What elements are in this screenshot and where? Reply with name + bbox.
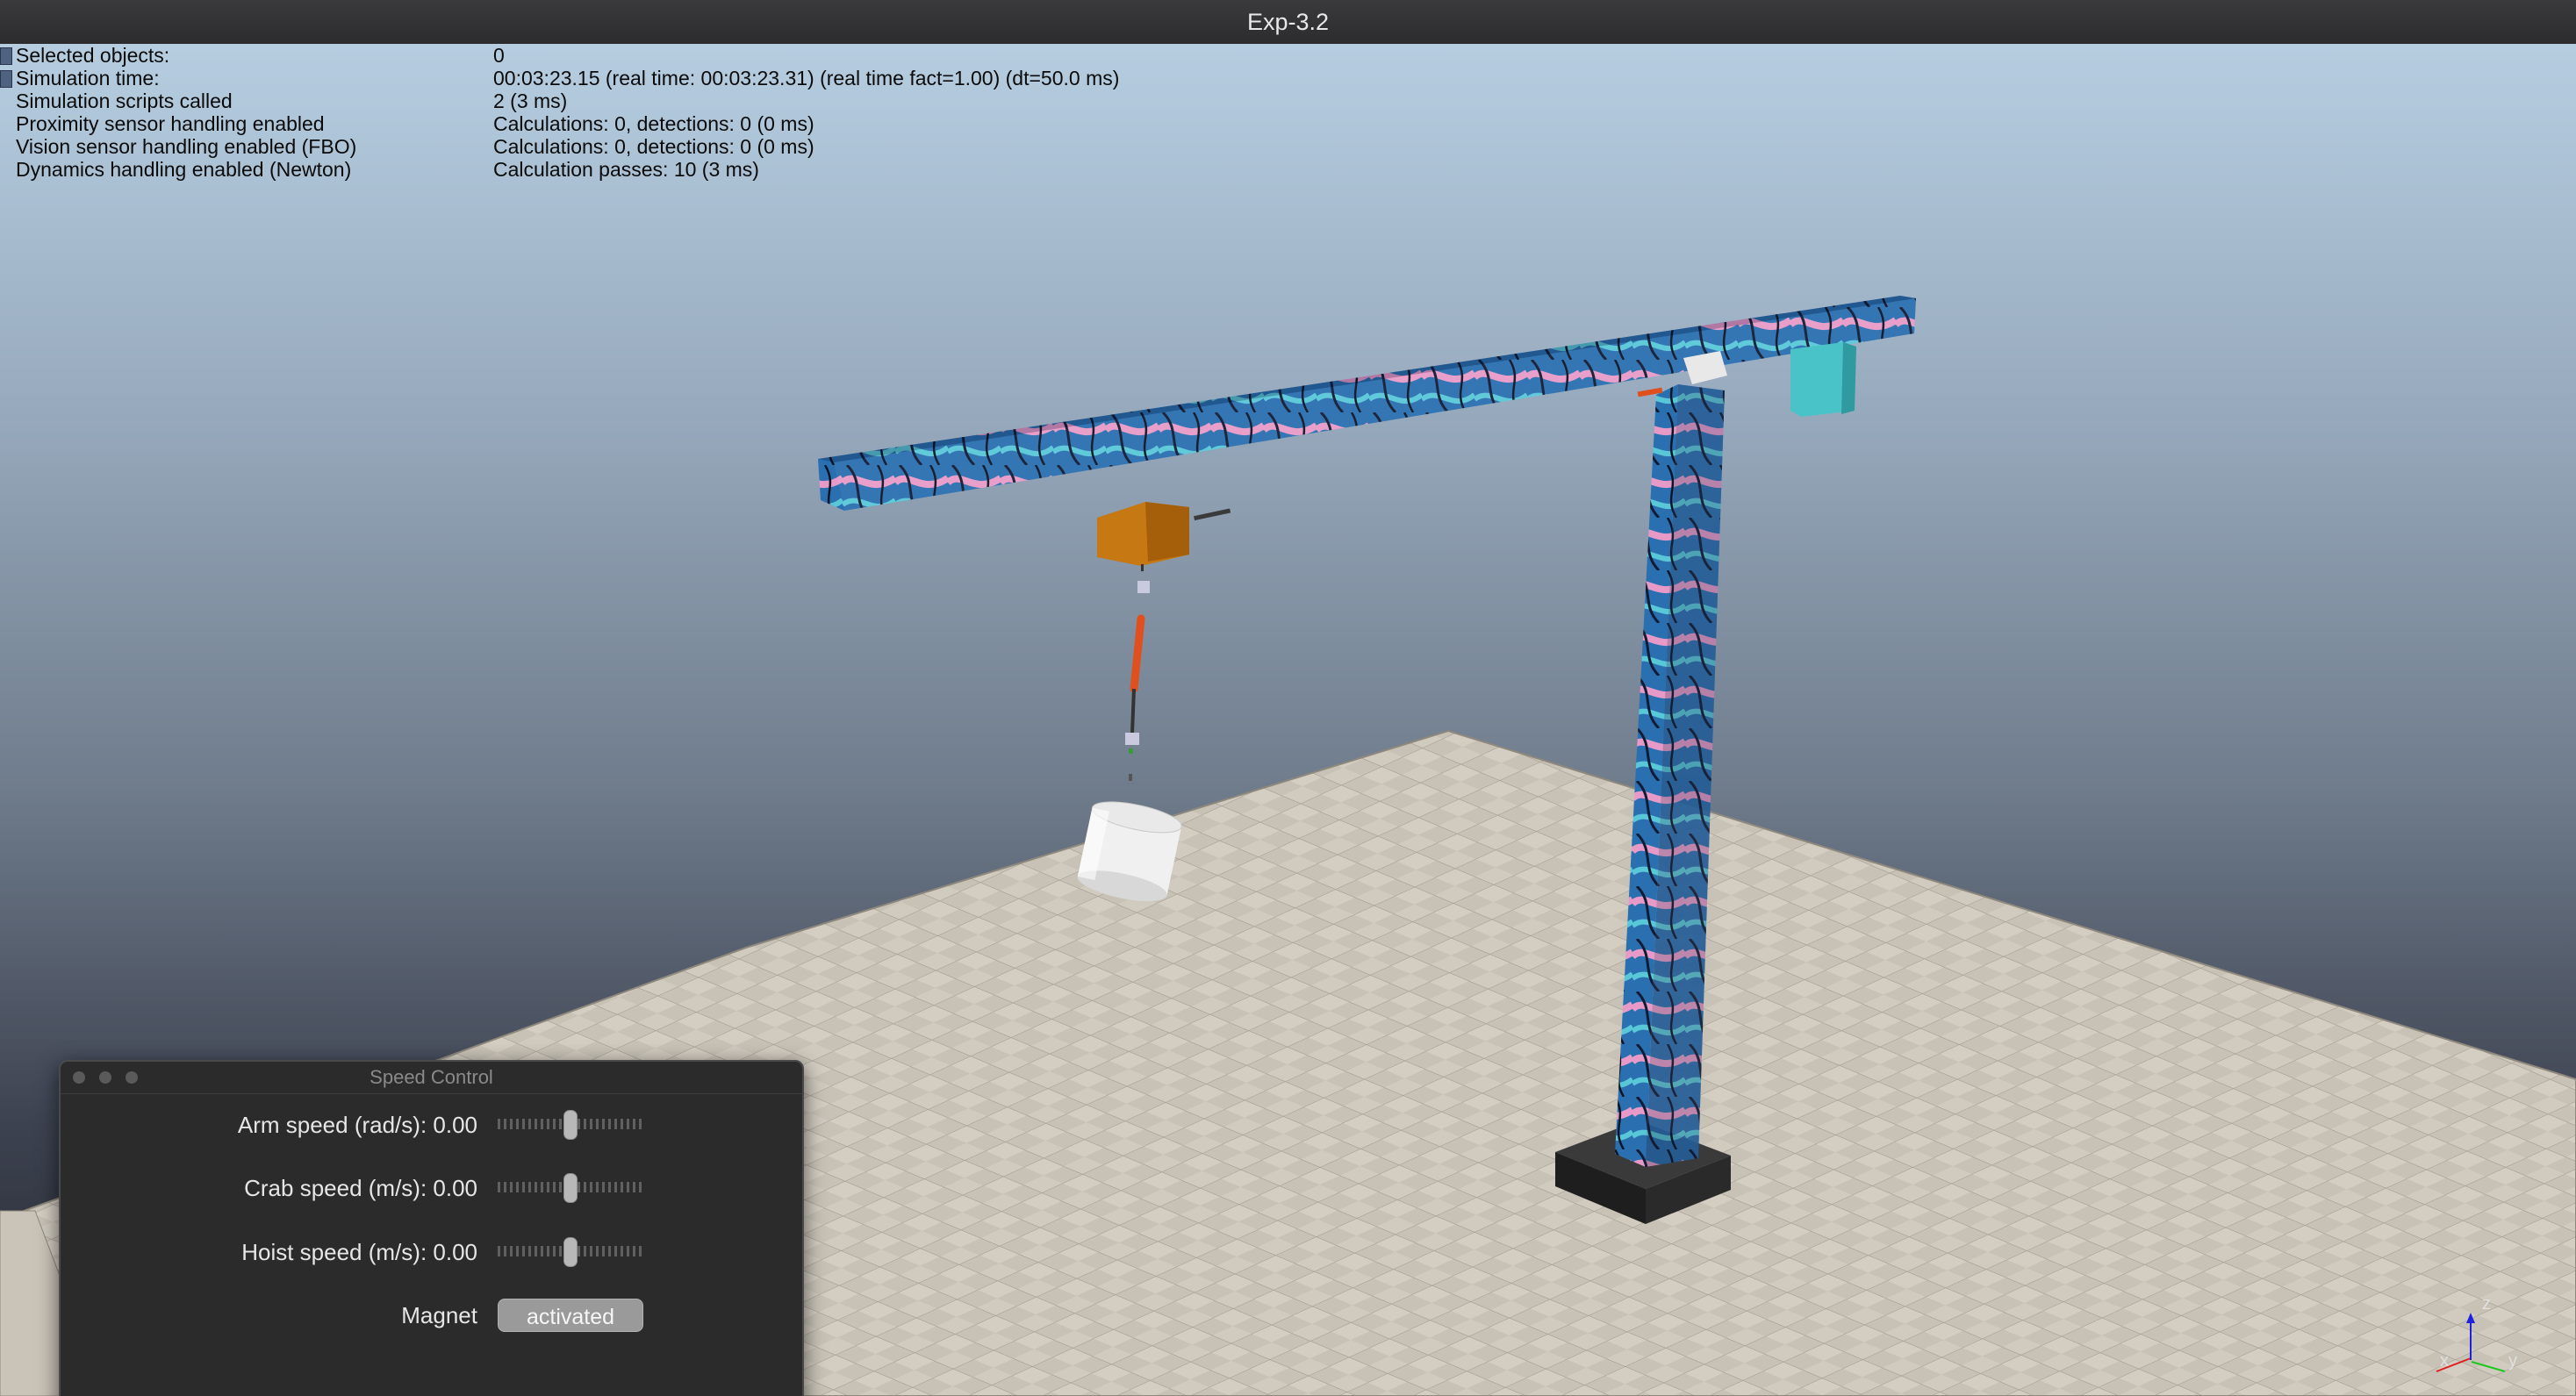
info-row: Simulation time: 00:03:23.15 (real time:… — [0, 67, 1119, 89]
hoist-speed-slider[interactable] — [498, 1237, 642, 1267]
speed-control-title: Speed Control — [370, 1066, 493, 1088]
slider-thumb[interactable] — [563, 1237, 578, 1267]
info-toggle-icon[interactable] — [0, 70, 12, 88]
arm-speed-slider[interactable] — [498, 1110, 642, 1140]
scene-viewport[interactable]: x y z Selected objects: 0 Simulation tim… — [0, 44, 2576, 1396]
magnet-toggle-button[interactable]: activated — [498, 1299, 643, 1332]
speed-control-dialog: Speed Control Arm speed (rad/s): 0.00 Cr… — [59, 1060, 804, 1396]
hoist-cable — [1130, 614, 1145, 693]
slider-thumb[interactable] — [563, 1110, 578, 1140]
simulation-info-panel: Selected objects: 0 Simulation time: 00:… — [0, 44, 1119, 181]
zoom-icon[interactable] — [126, 1071, 138, 1084]
speed-control-title-bar[interactable]: Speed Control — [61, 1062, 802, 1094]
axis-z-label: z — [2482, 1294, 2491, 1314]
info-row: Selected objects: 0 — [0, 44, 1119, 67]
info-row: Dynamics handling enabled (Newton) Calcu… — [16, 158, 759, 181]
crab-speed-slider[interactable] — [498, 1173, 642, 1203]
window-title: Exp-3.2 — [0, 0, 2576, 46]
arm-speed-label: Arm speed (rad/s): 0.00 — [237, 1112, 477, 1138]
info-toggle-icon[interactable] — [0, 47, 12, 65]
axis-x-label: x — [2440, 1351, 2449, 1371]
minimize-icon[interactable] — [99, 1071, 111, 1084]
info-row: Proximity sensor handling enabled Calcul… — [16, 112, 814, 135]
info-row: Vision sensor handling enabled (FBO) Cal… — [16, 135, 814, 158]
hoist-speed-label: Hoist speed (m/s): 0.00 — [241, 1239, 477, 1265]
arm-speed-control: Arm speed (rad/s): 0.00 — [61, 1106, 802, 1142]
info-row: Simulation scripts called 2 (3 ms) — [16, 89, 568, 112]
magnet-label: Magnet — [401, 1302, 477, 1328]
crab-speed-control: Crab speed (m/s): 0.00 — [61, 1170, 802, 1205]
close-icon[interactable] — [73, 1071, 85, 1084]
slider-thumb[interactable] — [563, 1173, 578, 1203]
hoist-speed-control: Hoist speed (m/s): 0.00 — [61, 1234, 802, 1269]
magnet-control: Magnet activated — [61, 1297, 802, 1332]
axis-y-label: y — [2508, 1351, 2517, 1371]
crab-speed-label: Crab speed (m/s): 0.00 — [244, 1175, 477, 1201]
